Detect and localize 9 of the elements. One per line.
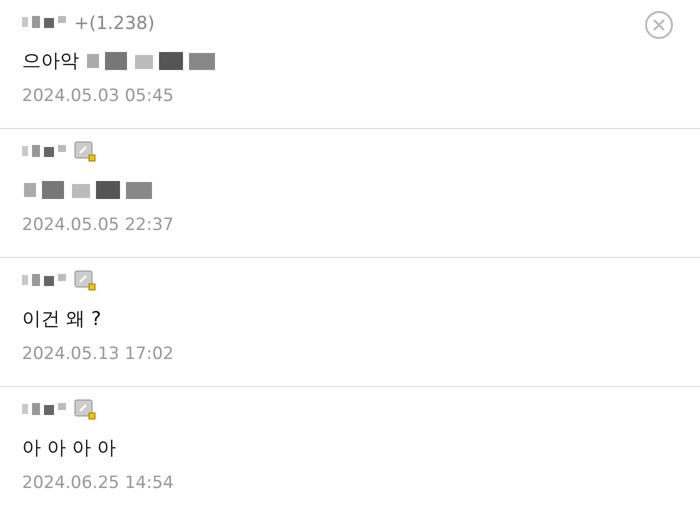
comment-text: 아 아 아 아	[22, 436, 116, 461]
close-button[interactable]	[644, 10, 674, 40]
comment-text: 으아악	[22, 49, 79, 74]
author-score: +(1.238)	[74, 12, 155, 34]
comment-time: 2024.05.05 22:37	[22, 215, 175, 235]
comment-time: 2024.06.25 14:54	[22, 473, 175, 493]
comment-text: 이건 왜 ?	[22, 307, 102, 332]
comment-time: 2024.05.13 17:02	[22, 344, 175, 364]
comment-time: 2024.05.03 05:45	[22, 86, 175, 106]
